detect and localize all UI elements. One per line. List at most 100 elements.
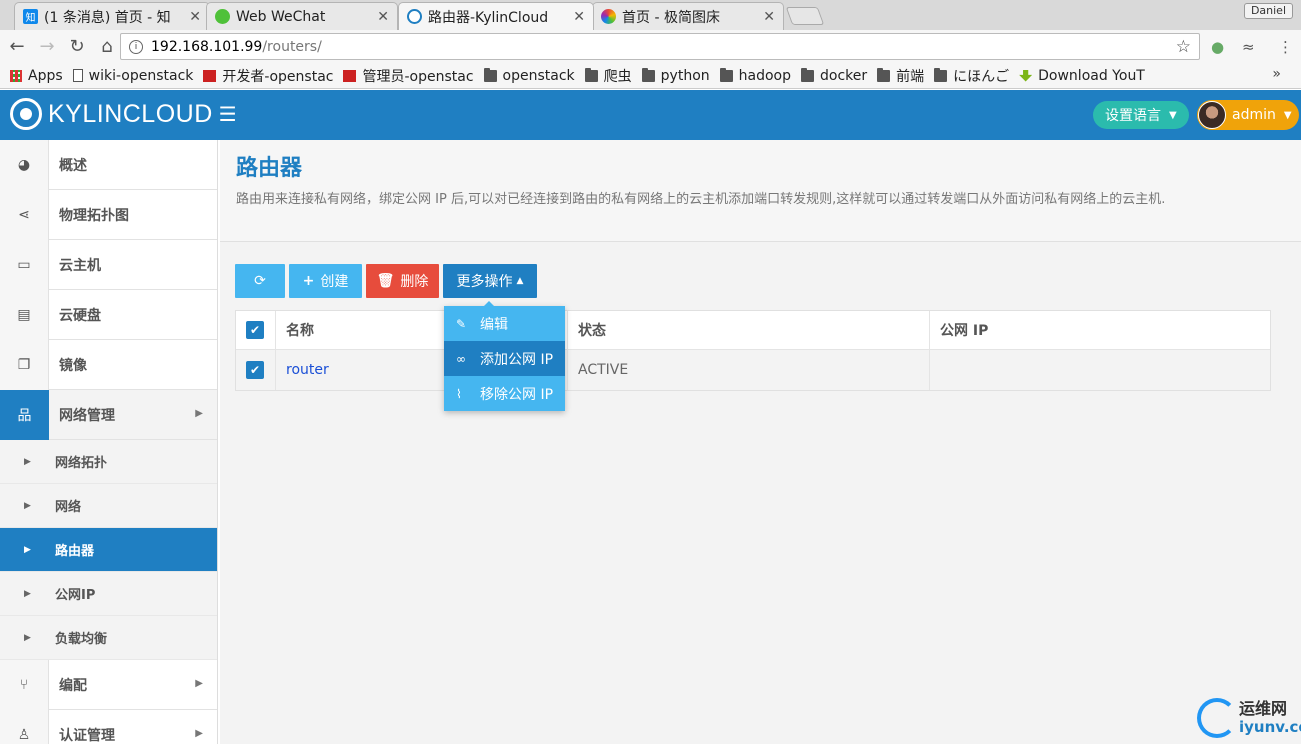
sidebar-subitem-network-topology[interactable]: ▶ 网络拓扑: [0, 440, 217, 484]
sidebar: ◕ 概述 ⋖ 物理拓扑图 ▭ 云主机 ▤ 云硬盘 ❐ 镜像 品 网络管理 ▶ ▶…: [0, 139, 218, 744]
profile-button[interactable]: Daniel: [1243, 3, 1293, 19]
kylin-favicon-icon: [407, 9, 422, 24]
dropdown-item-edit[interactable]: ✎ 编辑: [444, 306, 565, 341]
sidebar-toggle-icon[interactable]: ☰: [219, 102, 237, 126]
language-label: 设置语言: [1105, 108, 1161, 124]
sidebar-subitem-networks[interactable]: ▶ 网络: [0, 484, 217, 528]
bookmark-admin-openstack[interactable]: 管理员-openstac: [343, 66, 474, 86]
code-fork-icon: ⑂: [0, 659, 49, 710]
sidebar-item-network[interactable]: 品 网络管理 ▶: [0, 389, 217, 440]
forward-icon[interactable]: →: [34, 34, 60, 60]
column-header-public-ip[interactable]: 公网 IP: [930, 311, 1270, 349]
user-menu-button[interactable]: admin ▼: [1197, 100, 1299, 130]
close-icon[interactable]: ✕: [377, 9, 389, 25]
watermark-cn: 运维网: [1239, 699, 1288, 718]
tab-title: 路由器-KylinCloud: [428, 9, 549, 26]
edit-icon: ✎: [456, 316, 467, 331]
close-icon[interactable]: ✕: [763, 9, 775, 25]
page-title: 路由器: [236, 156, 303, 181]
bookmark-folder-crawler[interactable]: 爬虫: [584, 66, 632, 86]
bookmark-folder-openstack[interactable]: openstack: [483, 67, 575, 84]
table-row[interactable]: ✔ router ACTIVE: [236, 350, 1270, 390]
info-icon[interactable]: i: [129, 39, 143, 54]
bookmark-download-youtube[interactable]: Download YouT: [1019, 68, 1145, 84]
sidebar-subitem-routers[interactable]: ▶ 路由器: [0, 528, 217, 572]
sidebar-item-instances[interactable]: ▭ 云主机: [0, 239, 217, 290]
zhihu-favicon-icon: 知: [23, 9, 38, 24]
close-icon[interactable]: ✕: [189, 9, 201, 25]
router-status: ACTIVE: [578, 362, 629, 378]
home-icon[interactable]: ⌂: [94, 34, 120, 60]
bookmarks-overflow-button[interactable]: »: [1272, 66, 1281, 82]
laptop-icon: ▭: [0, 239, 49, 290]
bookmark-folder-nihongo[interactable]: にほんご: [934, 66, 1009, 86]
sidebar-subitem-label: 网络拓扑: [55, 456, 108, 471]
bookmark-label: 前端: [896, 68, 925, 85]
dropdown-item-remove-public-ip[interactable]: ⌇ 移除公网 IP: [444, 376, 565, 411]
bookmark-folder-docker[interactable]: docker: [801, 67, 867, 84]
tab-title: 首页 - 极简图床: [622, 9, 720, 26]
browser-tab-zhihu[interactable]: 知 (1 条消息) 首页 - 知 ✕: [14, 2, 210, 30]
sidebar-subitem-label: 网络: [55, 500, 82, 515]
bookmark-folder-python[interactable]: python: [641, 67, 710, 84]
sidebar-item-volumes[interactable]: ▤ 云硬盘: [0, 289, 217, 340]
column-header-status[interactable]: 状态: [568, 311, 930, 349]
menu-dots-icon[interactable]: ⋮: [1278, 38, 1293, 56]
row-checkbox[interactable]: ✔: [246, 361, 264, 379]
bookmark-dev-openstack[interactable]: 开发者-openstac: [203, 66, 333, 86]
create-button[interactable]: + 创建: [289, 264, 362, 298]
sidebar-subitem-floating-ip[interactable]: ▶ 公网IP: [0, 572, 217, 616]
back-icon[interactable]: ←: [4, 34, 30, 60]
bookmark-folder-hadoop[interactable]: hadoop: [719, 67, 791, 84]
delete-button[interactable]: 🗑 删除: [366, 264, 439, 298]
caret-up-icon: ▲: [516, 276, 524, 286]
tab-title: Web WeChat: [236, 8, 326, 25]
bookmark-apps[interactable]: Apps: [10, 68, 63, 84]
plus-icon: +: [302, 273, 315, 289]
select-all-checkbox[interactable]: ✔: [246, 321, 264, 339]
dropdown-item-label: 移除公网 IP: [480, 386, 554, 403]
sidebar-subitem-load-balancer[interactable]: ▶ 负载均衡: [0, 616, 217, 660]
sidebar-item-label: 认证管理: [59, 727, 115, 744]
reload-icon[interactable]: ↻: [64, 34, 90, 60]
more-actions-dropdown: ✎ 编辑 ∞ 添加公网 IP ⌇ 移除公网 IP: [444, 301, 565, 411]
bookmark-label: python: [660, 67, 710, 84]
sidebar-item-label: 云主机: [59, 257, 101, 274]
close-icon[interactable]: ✕: [573, 9, 585, 25]
refresh-button[interactable]: ⟳: [235, 264, 285, 298]
browser-toolbar: ← → ↻ ⌂ i 192.168.101.99/routers/ ☆ ● ≈ …: [0, 30, 1301, 63]
chevron-right-icon: ▶: [24, 544, 31, 555]
caret-down-icon: ▼: [1283, 109, 1292, 121]
router-public-ip-cell: [930, 350, 1270, 390]
language-button[interactable]: 设置语言 ▼: [1093, 101, 1189, 129]
new-tab-button[interactable]: [785, 7, 825, 25]
more-actions-label: 更多操作: [456, 274, 513, 290]
browser-tab-kylincloud[interactable]: 路由器-KylinCloud ✕: [398, 2, 594, 30]
dropdown-item-add-public-ip[interactable]: ∞ 添加公网 IP: [444, 341, 565, 376]
browser-tab-wechat[interactable]: Web WeChat ✕: [206, 2, 398, 30]
bookmark-wiki-openstack[interactable]: wiki-openstack: [72, 68, 193, 84]
extension-translate-icon[interactable]: ≈: [1242, 38, 1255, 56]
chevron-right-icon: ▶: [195, 678, 203, 689]
chevron-right-icon: ▶: [24, 500, 31, 511]
more-actions-button[interactable]: 更多操作 ▲: [443, 264, 537, 298]
url-path: /routers/: [262, 38, 322, 55]
folder-icon: [483, 67, 497, 82]
sidebar-item-identity[interactable]: ♙ 认证管理 ▶: [0, 709, 217, 744]
router-name-link[interactable]: router: [286, 362, 329, 378]
watermark-icon: [1197, 698, 1237, 738]
extension-circle-icon[interactable]: ●: [1211, 38, 1224, 56]
address-bar[interactable]: i 192.168.101.99/routers/ ☆: [120, 33, 1200, 60]
apps-grid-icon: [10, 69, 22, 82]
sidebar-item-topology[interactable]: ⋖ 物理拓扑图: [0, 189, 217, 240]
sidebar-item-images[interactable]: ❐ 镜像: [0, 339, 217, 390]
chevron-right-icon: ▶: [24, 588, 31, 599]
app-logo[interactable]: KYLINCLOUD ☰: [10, 98, 237, 130]
app-header: KYLINCLOUD ☰ 设置语言 ▼ admin ▼: [0, 90, 1301, 140]
bookmark-star-icon[interactable]: ☆: [1176, 37, 1191, 57]
browser-tab-tuchuang[interactable]: 首页 - 极简图床 ✕: [592, 2, 784, 30]
sidebar-item-orchestration[interactable]: ⑂ 编配 ▶: [0, 659, 217, 710]
openstack-icon: [203, 69, 217, 82]
bookmark-folder-frontend[interactable]: 前端: [877, 66, 924, 86]
sidebar-item-overview[interactable]: ◕ 概述: [0, 139, 217, 190]
